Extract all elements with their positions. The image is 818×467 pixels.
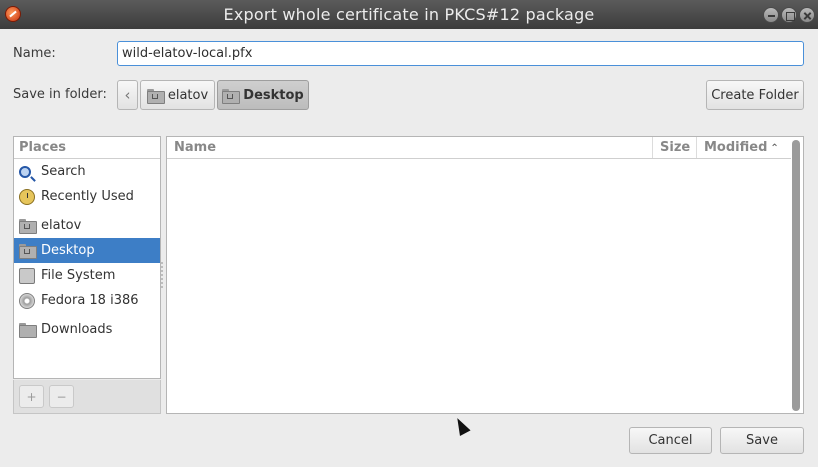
path-button-label: elatov <box>167 87 209 103</box>
filename-input[interactable] <box>117 41 804 66</box>
places-header: Places <box>14 137 160 159</box>
place-label: elatov <box>41 218 82 233</box>
name-label: Name: <box>13 46 56 61</box>
mouse-pointer-icon <box>452 415 471 437</box>
drive-icon <box>19 267 35 284</box>
window-title: Export whole certificate in PKCS#12 pack… <box>223 5 595 24</box>
search-icon <box>19 165 31 178</box>
path-back-button[interactable]: ‹ <box>117 80 138 110</box>
remove-bookmark-button[interactable]: − <box>49 385 74 408</box>
pane-splitter-handle[interactable] <box>161 262 163 288</box>
plus-icon: + <box>26 389 37 404</box>
home-folder-icon <box>19 219 37 234</box>
path-button-label: Desktop <box>243 87 304 103</box>
sort-ascending-icon: ⌃ <box>770 143 779 154</box>
home-folder-icon <box>146 88 165 104</box>
place-item-downloads[interactable]: Downloads <box>14 317 160 342</box>
place-item-elatov[interactable]: elatov <box>14 213 160 238</box>
place-item-fedora[interactable]: Fedora 18 i386 <box>14 288 160 313</box>
column-header-label: Modified <box>704 140 768 155</box>
places-panel: Places Search Recently Used elatov Deskt… <box>13 136 161 379</box>
folder-icon <box>19 323 37 338</box>
places-toolbar: + − <box>13 380 161 414</box>
minimize-button[interactable] <box>763 7 779 23</box>
place-item-file-system[interactable]: File System <box>14 263 160 288</box>
title-bar: Export whole certificate in PKCS#12 pack… <box>0 0 818 29</box>
place-item-search[interactable]: Search <box>14 159 160 184</box>
save-in-folder-label: Save in folder: <box>13 87 107 102</box>
column-header-size[interactable]: Size <box>652 137 696 158</box>
path-button-elatov[interactable]: elatov <box>140 80 215 110</box>
place-item-recently-used[interactable]: Recently Used <box>14 184 160 209</box>
save-button[interactable]: Save <box>720 427 804 454</box>
scrollbar-thumb[interactable] <box>792 140 800 411</box>
disc-icon <box>19 292 35 309</box>
recent-icon <box>19 188 35 205</box>
add-bookmark-button[interactable]: + <box>19 385 44 408</box>
file-list-scrollbar[interactable] <box>792 140 800 411</box>
minus-icon: − <box>56 389 67 404</box>
maximize-button[interactable] <box>781 7 797 23</box>
close-button[interactable] <box>799 7 815 23</box>
place-item-desktop[interactable]: Desktop <box>14 238 160 263</box>
desktop-folder-icon <box>222 88 241 104</box>
chevron-left-icon: ‹ <box>124 86 131 104</box>
column-header-name[interactable]: Name <box>167 137 652 158</box>
place-label: Fedora 18 i386 <box>41 293 139 308</box>
place-label: File System <box>41 268 116 283</box>
file-list[interactable]: Name Size Modified ⌃ <box>166 136 804 414</box>
place-label: Downloads <box>41 322 113 337</box>
column-header-row: Name Size Modified ⌃ <box>167 137 791 159</box>
place-label: Recently Used <box>41 189 134 204</box>
place-label: Search <box>41 164 86 179</box>
path-button-desktop[interactable]: Desktop <box>217 80 309 110</box>
desktop-folder-icon <box>19 244 37 259</box>
cancel-button[interactable]: Cancel <box>629 427 712 454</box>
column-header-modified[interactable]: Modified ⌃ <box>696 137 792 158</box>
create-folder-button[interactable]: Create Folder <box>706 80 804 110</box>
place-label: Desktop <box>41 243 95 258</box>
